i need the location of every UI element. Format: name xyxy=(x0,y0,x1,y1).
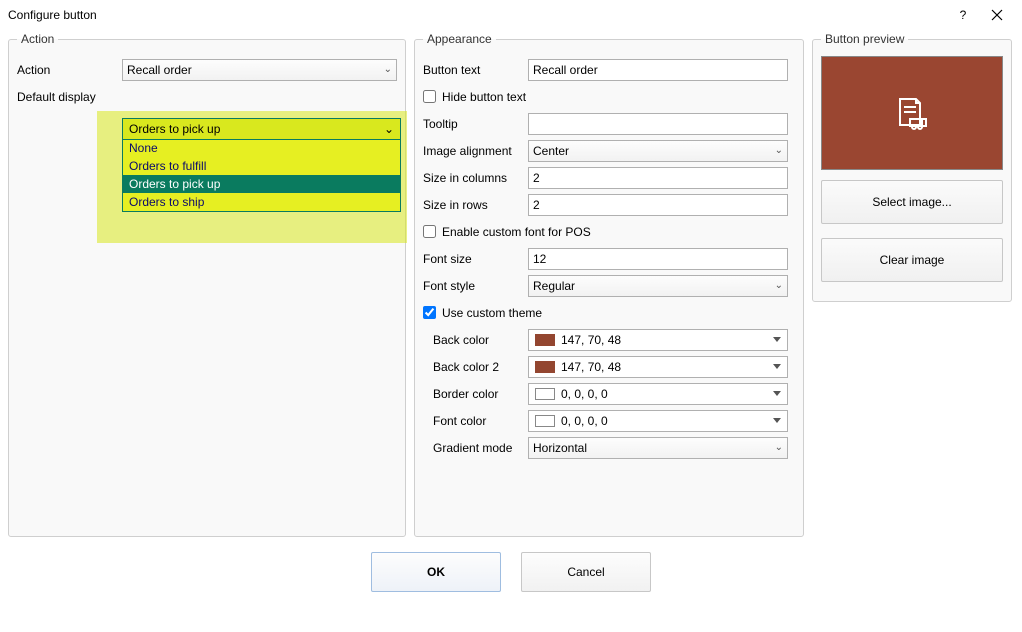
button-text-label: Button text xyxy=(423,63,528,77)
color-swatch xyxy=(535,334,555,346)
gradient-mode-value: Horizontal xyxy=(533,441,587,455)
enable-custom-font-checkbox[interactable] xyxy=(423,225,436,238)
gradient-mode-select[interactable]: Horizontal ⌄ xyxy=(528,437,788,459)
help-button[interactable]: ? xyxy=(946,3,980,27)
chevron-down-icon xyxy=(773,337,781,342)
image-alignment-select[interactable]: Center ⌄ xyxy=(528,140,788,162)
close-icon xyxy=(991,9,1003,21)
border-color-label: Border color xyxy=(423,387,528,401)
image-alignment-value: Center xyxy=(533,144,569,158)
font-style-label: Font style xyxy=(423,279,528,293)
button-text-input[interactable] xyxy=(528,59,788,81)
recall-order-icon xyxy=(892,93,932,133)
tooltip-input[interactable] xyxy=(528,113,788,135)
preview-button xyxy=(821,56,1003,170)
default-display-options: None Orders to fulfill Orders to pick up… xyxy=(123,139,400,211)
image-alignment-label: Image alignment xyxy=(423,144,528,158)
enable-custom-font-label: Enable custom font for POS xyxy=(442,225,591,239)
option-orders-to-fulfill[interactable]: Orders to fulfill xyxy=(123,157,400,175)
action-value: Recall order xyxy=(127,63,192,77)
gradient-mode-label: Gradient mode xyxy=(423,441,528,455)
chevron-down-icon: ⌄ xyxy=(384,122,394,136)
color-swatch xyxy=(535,361,555,373)
tooltip-label: Tooltip xyxy=(423,117,528,131)
appearance-legend: Appearance xyxy=(423,32,496,46)
use-custom-theme-label: Use custom theme xyxy=(442,306,542,320)
button-preview-group: Button preview Select image... Clear ima… xyxy=(812,32,1012,302)
font-size-input[interactable] xyxy=(528,248,788,270)
option-orders-to-pick-up[interactable]: Orders to pick up xyxy=(123,175,400,193)
font-size-label: Font size xyxy=(423,252,528,266)
action-label: Action xyxy=(17,63,122,77)
cancel-button[interactable]: Cancel xyxy=(521,552,651,592)
ok-button[interactable]: OK xyxy=(371,552,501,592)
back-color-label: Back color xyxy=(423,333,528,347)
size-cols-input[interactable] xyxy=(528,167,788,189)
font-color-picker[interactable]: 0, 0, 0, 0 xyxy=(528,410,788,432)
hide-button-text-checkbox[interactable] xyxy=(423,90,436,103)
close-button[interactable] xyxy=(980,3,1014,27)
chevron-down-icon: ⌄ xyxy=(775,442,783,453)
chevron-down-icon xyxy=(773,364,781,369)
color-swatch xyxy=(535,415,555,427)
select-image-button[interactable]: Select image... xyxy=(821,180,1003,224)
action-legend: Action xyxy=(17,32,58,46)
back-color2-picker[interactable]: 147, 70, 48 xyxy=(528,356,788,378)
border-color-picker[interactable]: 0, 0, 0, 0 xyxy=(528,383,788,405)
size-rows-label: Size in rows xyxy=(423,198,528,212)
size-rows-input[interactable] xyxy=(528,194,788,216)
default-display-dropdown[interactable]: Orders to pick up ⌄ None Orders to fulfi… xyxy=(122,118,401,212)
default-display-select[interactable]: Orders to pick up ⌄ xyxy=(122,118,401,140)
use-custom-theme-checkbox[interactable] xyxy=(423,306,436,319)
font-color-label: Font color xyxy=(423,414,528,428)
back-color-picker[interactable]: 147, 70, 48 xyxy=(528,329,788,351)
size-cols-label: Size in columns xyxy=(423,171,528,185)
titlebar: Configure button ? xyxy=(0,0,1022,30)
dialog-footer: OK Cancel xyxy=(0,552,1022,592)
option-none[interactable]: None xyxy=(123,139,400,157)
font-style-select[interactable]: Regular ⌄ xyxy=(528,275,788,297)
default-display-label: Default display xyxy=(17,90,122,104)
chevron-down-icon xyxy=(773,418,781,423)
clear-image-button[interactable]: Clear image xyxy=(821,238,1003,282)
chevron-down-icon: ⌄ xyxy=(775,280,783,291)
preview-legend: Button preview xyxy=(821,32,908,46)
default-display-value: Orders to pick up xyxy=(129,122,220,136)
font-style-value: Regular xyxy=(533,279,575,293)
action-select[interactable]: Recall order ⌄ xyxy=(122,59,397,81)
option-orders-to-ship[interactable]: Orders to ship xyxy=(123,193,400,211)
color-swatch xyxy=(535,388,555,400)
chevron-down-icon: ⌄ xyxy=(384,64,392,75)
appearance-group: Appearance Button text Hide button text … xyxy=(414,32,804,537)
back-color2-label: Back color 2 xyxy=(423,360,528,374)
hide-button-text-label: Hide button text xyxy=(442,90,526,104)
action-group: Action Action Recall order ⌄ Default dis… xyxy=(8,32,406,537)
chevron-down-icon: ⌄ xyxy=(775,145,783,156)
window-title: Configure button xyxy=(8,8,946,22)
chevron-down-icon xyxy=(773,391,781,396)
